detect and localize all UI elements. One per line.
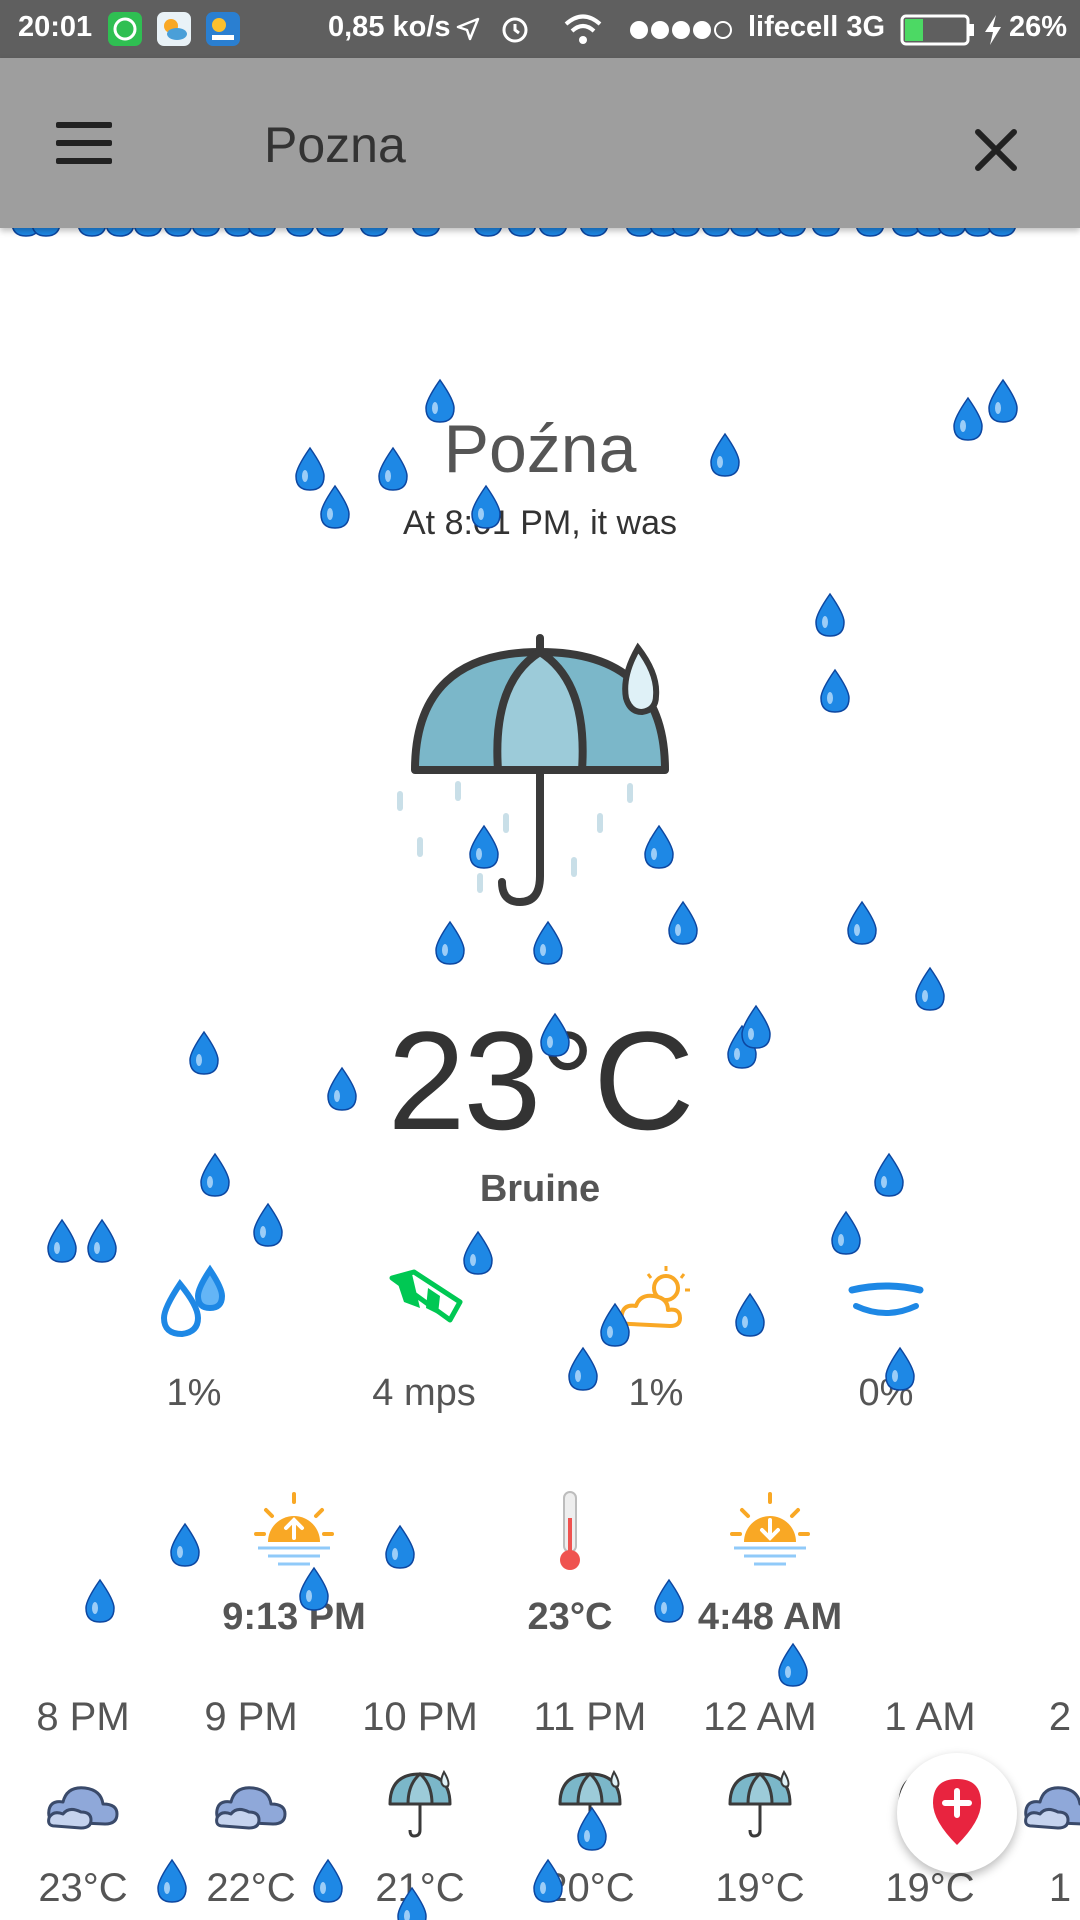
sunrise-block: 9:13 PM xyxy=(164,1490,424,1639)
humidity-value: 1% xyxy=(166,1372,222,1414)
wave-value: 0% xyxy=(858,1372,914,1414)
forecast-app-icon xyxy=(206,12,240,46)
hourly-temp: 22°C xyxy=(206,1866,296,1910)
rain-drop xyxy=(831,1210,861,1255)
hourly-temp: 23°C xyxy=(38,1866,128,1910)
whatsapp-icon xyxy=(108,12,142,46)
sunset-block: 4:48 AM xyxy=(640,1490,900,1639)
hourly-time: 10 PM xyxy=(362,1695,478,1739)
location-arrow-icon xyxy=(456,17,480,41)
charging-icon xyxy=(985,15,1001,45)
network-speed: 0,85 ko/s xyxy=(328,11,451,43)
hourly-item: 10 PM 21°C xyxy=(335,1695,505,1911)
hourly-time: 12 AM xyxy=(703,1695,817,1739)
wind-value: 4 mps xyxy=(372,1372,476,1414)
cloudiness-stat: 1% xyxy=(556,1262,756,1415)
wind-stat: 4 mps xyxy=(324,1262,524,1415)
status-bar: 20:01 0,85 ko/s lifecell 3G 26% xyxy=(0,0,1080,58)
alarm-icon xyxy=(502,17,528,43)
hourly-time: 11 PM xyxy=(533,1695,647,1739)
hourly-temp: 1 xyxy=(1048,1866,1072,1910)
thermometer-icon xyxy=(560,1491,580,1570)
hourly-item: 11 PM 20°C xyxy=(505,1695,675,1911)
sunset-time: 4:48 AM xyxy=(697,1596,843,1638)
close-icon[interactable] xyxy=(956,110,1036,190)
umbrella-icon xyxy=(558,1769,622,1838)
rain-drop xyxy=(815,592,845,637)
rain-drop xyxy=(847,900,877,945)
weather-app-icon xyxy=(157,12,191,46)
weather-description: Bruine xyxy=(479,1168,601,1210)
umbrella-icon xyxy=(388,1769,452,1838)
hourly-item: 8 PM 23°C xyxy=(0,1695,168,1911)
hourly-item: 12 AM 19°C xyxy=(675,1695,845,1911)
cloud-icon xyxy=(1024,1786,1080,1830)
cloud-sun-icon xyxy=(619,1266,690,1328)
time-caption: At 8:01 PM, it was xyxy=(403,504,677,542)
search-input[interactable] xyxy=(264,108,864,182)
rain-drop xyxy=(820,668,850,713)
current-temperature: 23°C xyxy=(387,1002,695,1159)
hourly-time: 2 xyxy=(1048,1695,1072,1739)
sunrise-time: 9:13 PM xyxy=(222,1596,366,1638)
battery-icon xyxy=(900,14,974,46)
battery-percent: 26% xyxy=(1009,11,1068,43)
add-location-icon xyxy=(933,1779,981,1845)
humidity-drops-icon xyxy=(160,1264,226,1338)
rain-drop xyxy=(87,1218,117,1263)
cloud-icon xyxy=(47,1786,119,1830)
status-time: 20:01 xyxy=(18,11,93,43)
wave-stat: 0% xyxy=(786,1262,986,1415)
hourly-item: 9 PM 22°C xyxy=(166,1695,336,1911)
rain-drop xyxy=(778,1642,808,1687)
rain-drop xyxy=(435,920,465,965)
humidity-stat: 1% xyxy=(94,1262,294,1415)
carrier-name: lifecell 3G xyxy=(748,11,886,43)
hourly-time: 9 PM xyxy=(204,1695,298,1739)
wave-icon xyxy=(848,1282,924,1316)
signal-dots-icon xyxy=(630,21,732,39)
cloudiness-value: 1% xyxy=(628,1372,684,1414)
rain-drop xyxy=(47,1218,77,1263)
wind-windsock-icon xyxy=(389,1269,463,1323)
app-bar xyxy=(0,58,1080,228)
cloud-icon xyxy=(215,1786,287,1830)
add-location-button[interactable] xyxy=(897,1753,1017,1873)
hamburger-menu-icon[interactable] xyxy=(42,108,126,178)
rain-drop xyxy=(85,1578,115,1623)
hourly-temp: 21°C xyxy=(375,1866,465,1910)
wifi-icon xyxy=(564,14,602,44)
hourly-temp: 19°C xyxy=(715,1866,805,1910)
sunrise-icon xyxy=(254,1492,334,1566)
city-name: Poźna xyxy=(443,411,637,487)
sunset-icon xyxy=(730,1492,810,1566)
hourly-temp: 20°C xyxy=(545,1866,635,1910)
umbrella-icon xyxy=(728,1769,792,1838)
umbrella-rain-icon xyxy=(397,634,669,907)
rain-drop xyxy=(533,920,563,965)
hourly-time: 8 PM xyxy=(36,1695,130,1739)
